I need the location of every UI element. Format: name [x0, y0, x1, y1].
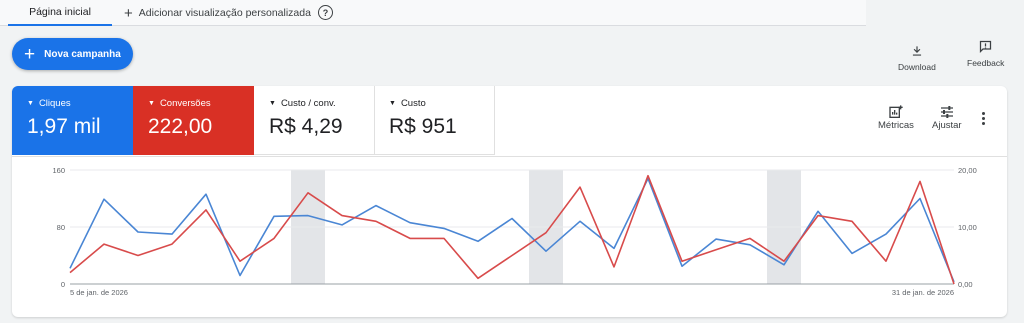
add-chart-icon	[889, 105, 903, 118]
right-axis-tick-label: 0,00	[958, 280, 973, 289]
performance-chart: 0 80 160 0,00 10,00 20,00 5 de jan. de 2026 31 …	[12, 156, 1007, 317]
dropdown-icon: ▼	[148, 100, 155, 107]
metric-value: 222,00	[148, 115, 213, 138]
dropdown-icon: ▼	[269, 100, 276, 107]
download-label: Download	[898, 62, 936, 72]
feedback-button[interactable]: Feedback	[967, 39, 1004, 68]
add-custom-view-tab[interactable]: + Adicionar visualização personalizada	[124, 0, 311, 26]
metric-value: R$ 951	[389, 115, 457, 138]
download-icon	[912, 46, 921, 56]
help-icon[interactable]: ?	[318, 5, 333, 20]
metric-label: Custo	[400, 98, 426, 109]
metric-cost-per-conversion[interactable]: ▼ Custo / conv. R$ 4,29	[254, 86, 375, 155]
metric-label: Custo / conv.	[280, 98, 336, 109]
x-start-label: 5 de jan. de 2026	[70, 288, 128, 297]
metric-label: Cliques	[38, 98, 71, 109]
metric-label: Conversões	[159, 98, 211, 109]
dropdown-icon: ▼	[389, 100, 396, 107]
new-campaign-label: Nova campanha	[44, 48, 121, 60]
feedback-label: Feedback	[967, 58, 1005, 68]
plus-icon: +	[124, 4, 133, 22]
metric-clicks[interactable]: ▼ Cliques 1,97 mil	[12, 86, 133, 155]
adjust-label: Ajustar	[932, 120, 962, 131]
right-axis-tick-label: 20,00	[958, 166, 977, 175]
add-view-label: Adicionar visualização personalizada	[138, 7, 311, 19]
metrics-label: Métricas	[878, 120, 914, 131]
new-campaign-button[interactable]: + Nova campanha	[12, 38, 133, 70]
metric-cost[interactable]: ▼ Custo R$ 951	[374, 86, 495, 155]
right-axis-tick-label: 10,00	[958, 223, 977, 232]
metric-value: R$ 4,29	[269, 115, 343, 138]
download-button[interactable]: Download	[898, 44, 936, 72]
more-options-icon[interactable]	[982, 112, 985, 125]
series-line	[69, 174, 955, 285]
left-axis-tick-label: 0	[61, 280, 65, 289]
metric-value: 1,97 mil	[27, 115, 101, 138]
metrics-button[interactable]: Métricas	[878, 104, 914, 131]
left-axis-tick-label: 80	[57, 223, 65, 232]
tab-bar: Página inicial + Adicionar visualização …	[0, 0, 866, 26]
tab-home[interactable]: Página inicial	[8, 0, 112, 26]
feedback-icon	[980, 40, 992, 54]
adjust-button[interactable]: Ajustar	[932, 104, 962, 131]
x-end-label: 31 de jan. de 2026	[892, 288, 954, 297]
series-line	[69, 177, 955, 283]
dropdown-icon: ▼	[27, 100, 34, 107]
metric-conversions[interactable]: ▼ Conversões 222,00	[133, 86, 254, 155]
plus-icon: +	[24, 43, 36, 65]
tune-icon	[940, 106, 953, 118]
left-axis-tick-label: 160	[52, 166, 65, 175]
performance-card: ▼ Cliques 1,97 mil ▼ Conversões 222,00 ▼ Cu…	[12, 86, 1007, 317]
chart-svg: 0 80 160 0,00 10,00 20,00 5 de jan. de 2026 31 …	[52, 166, 977, 297]
